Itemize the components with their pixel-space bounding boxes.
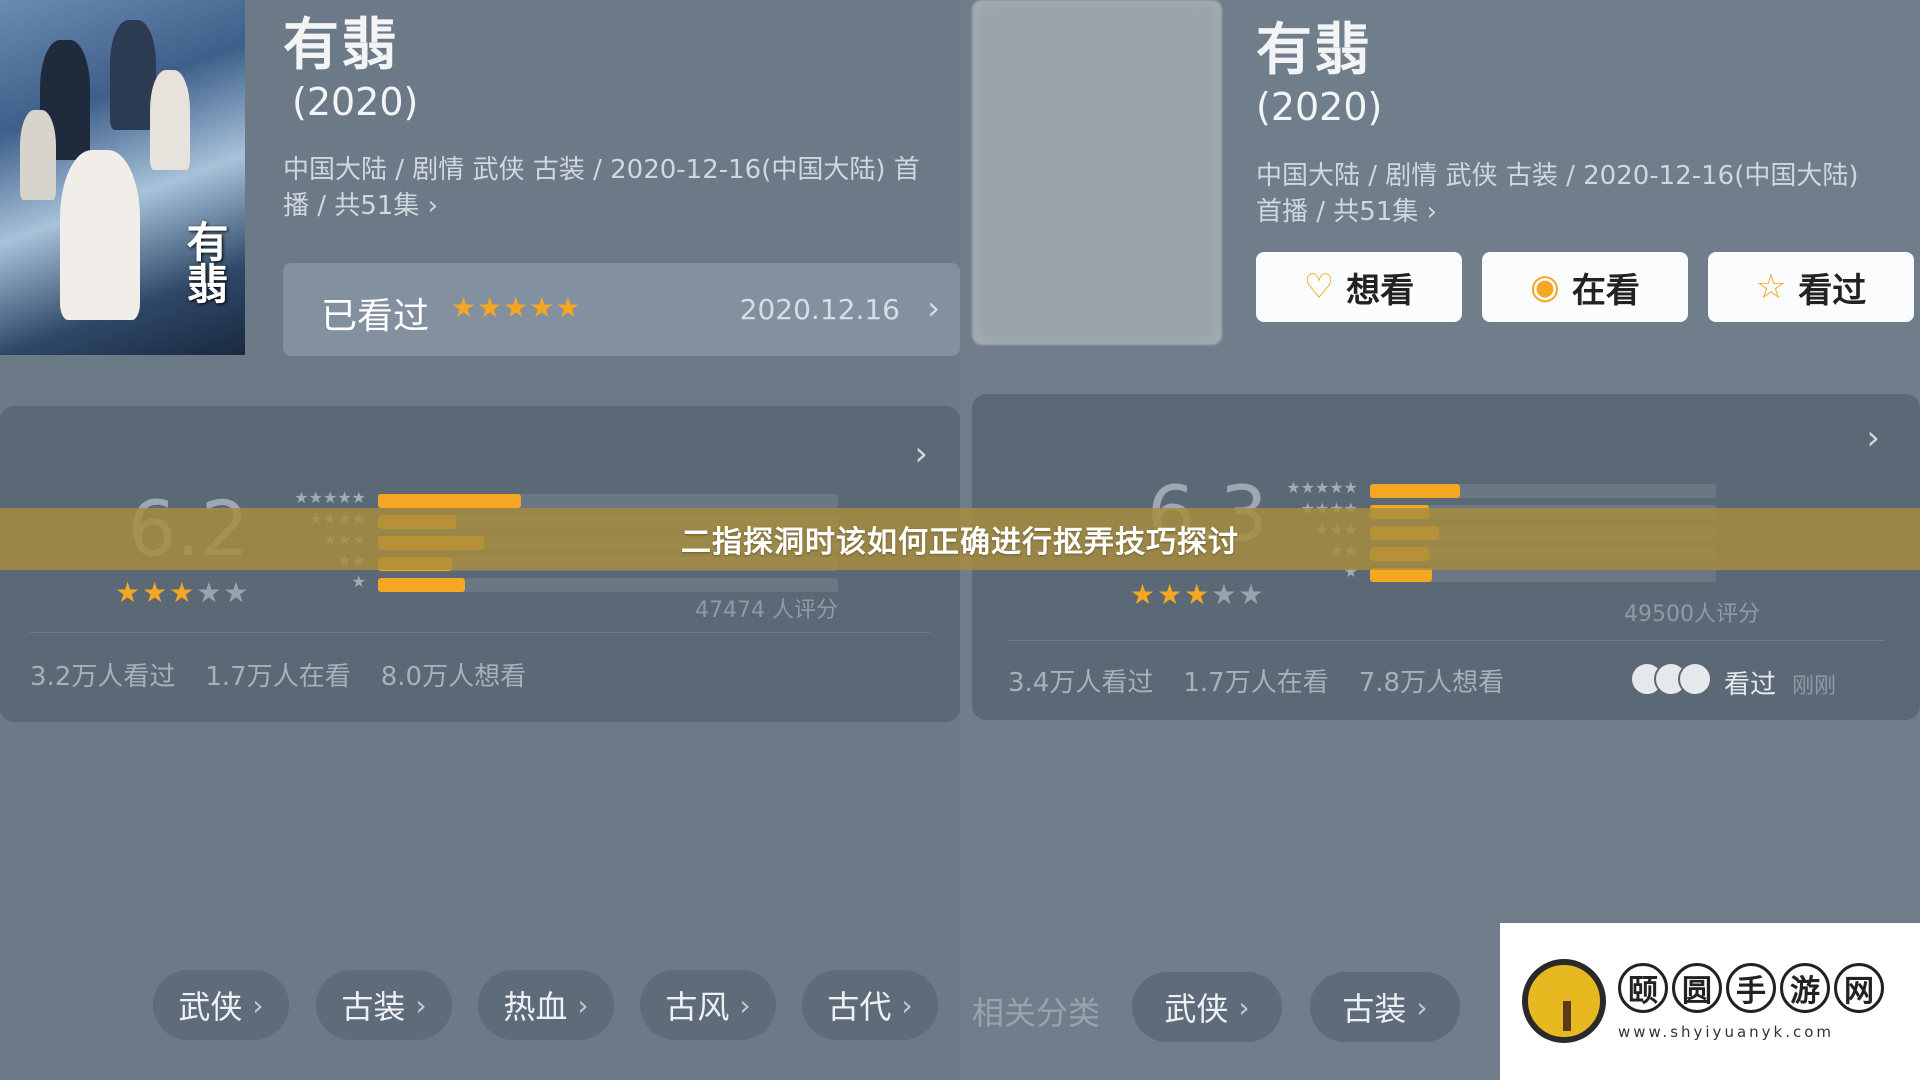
filled-stars: ★★★ bbox=[1130, 578, 1212, 611]
my-rating-stars: ★★★★★ bbox=[451, 291, 582, 324]
blurred-poster-image[interactable] bbox=[972, 0, 1222, 345]
distribution-star-label: ★ bbox=[351, 572, 366, 591]
tag-chip[interactable]: 武侠 › bbox=[153, 970, 289, 1040]
title-banner: 二指探洞时该如何正确进行抠弄技巧探讨 bbox=[0, 508, 1920, 570]
tag-chip[interactable]: 武侠 › bbox=[1132, 972, 1282, 1042]
meta-info[interactable]: 中国大陆 / 剧情 武侠 古装 / 2020-12-16(中国大陆) 首播 / … bbox=[1256, 158, 1859, 230]
distribution-row: ★ bbox=[352, 572, 838, 592]
site-watermark: 颐 圆 手 游 网 www.shyiyuanyk.com bbox=[1500, 923, 1920, 1080]
watched-status-bar[interactable]: 已看过 ★★★★★ 2020.12.16 › bbox=[283, 263, 960, 356]
tag-label: 古代 bbox=[827, 988, 892, 1026]
rating-stars: ★★★★★ bbox=[115, 576, 251, 609]
meta-line: 中国大陆 / 剧情 武侠 古装 / 2020-12-16(中国大陆) 首 bbox=[283, 155, 920, 185]
page-title: 有翡 bbox=[283, 13, 399, 78]
tag-chip[interactable]: 古装 › bbox=[316, 970, 452, 1040]
watched-label: 已看过 bbox=[321, 296, 430, 337]
chevron-right-icon: › bbox=[1866, 418, 1880, 458]
tag-label: 武侠 bbox=[1164, 990, 1229, 1028]
meta-info[interactable]: 中国大陆 / 剧情 武侠 古装 / 2020-12-16(中国大陆) 首 播 /… bbox=[283, 152, 920, 224]
meta-line: 播 / 共51集 › bbox=[283, 191, 439, 221]
distribution-fill bbox=[378, 578, 465, 592]
banner-title: 二指探洞时该如何正确进行抠弄技巧探讨 bbox=[681, 525, 1239, 560]
button-label: 在看 bbox=[1571, 270, 1640, 311]
site-name-char: 网 bbox=[1834, 963, 1884, 1013]
empty-stars: ★★ bbox=[1211, 578, 1266, 611]
watch-stats: 3.4万人看过 1.7万人在看 7.8万人想看 bbox=[1008, 662, 1504, 699]
distribution-row: ★★★★★ bbox=[1286, 478, 1716, 498]
chevron-right-icon: › bbox=[1238, 990, 1250, 1024]
tag-label: 古装 bbox=[341, 988, 406, 1026]
meta-line: 中国大陆 / 剧情 武侠 古装 / 2020-12-16(中国大陆) bbox=[1256, 161, 1859, 191]
related-categories-label: 相关分类 bbox=[972, 994, 1101, 1032]
chevron-right-icon: › bbox=[901, 988, 913, 1022]
star-outline-icon: ☆ bbox=[1755, 267, 1787, 307]
chevron-right-icon: › bbox=[739, 988, 751, 1022]
tag-label: 古装 bbox=[1342, 990, 1407, 1028]
chevron-right-icon: › bbox=[927, 289, 940, 327]
stat-want: 8.0万人想看 bbox=[380, 662, 527, 692]
site-name: 颐 圆 手 游 网 bbox=[1618, 963, 1884, 1013]
rating-stars: ★★★★★ bbox=[1130, 578, 1266, 611]
poster-figure bbox=[150, 70, 190, 170]
tag-chip[interactable]: 古风 › bbox=[640, 970, 776, 1040]
chevron-right-icon: › bbox=[577, 988, 589, 1022]
target-icon: ◉ bbox=[1530, 267, 1560, 307]
poster-title: 有翡 bbox=[180, 220, 229, 304]
poster-figure bbox=[20, 110, 56, 200]
divider bbox=[30, 632, 930, 633]
button-label: 想看 bbox=[1346, 270, 1415, 311]
heart-plus-icon: ♡ bbox=[1303, 267, 1335, 307]
friend-seen-label: 看过 bbox=[1724, 670, 1777, 700]
avatar bbox=[1678, 662, 1712, 696]
stat-watched: 3.4万人看过 bbox=[1008, 668, 1154, 698]
chevron-right-icon: › bbox=[415, 988, 427, 1022]
tag-label: 热血 bbox=[503, 988, 568, 1026]
chevron-right-icon: › bbox=[252, 988, 264, 1022]
stat-watched: 3.2万人看过 bbox=[30, 662, 176, 692]
rating-count: 49500人评分 bbox=[1624, 602, 1760, 627]
site-url: www.shyiyuanyk.com bbox=[1618, 1023, 1835, 1041]
site-name-char: 游 bbox=[1780, 963, 1830, 1013]
stat-want: 7.8万人想看 bbox=[1358, 668, 1505, 698]
distribution-row: ★ bbox=[1344, 562, 1716, 582]
tag-chip[interactable]: 古代 › bbox=[802, 970, 938, 1040]
watch-stats: 3.2万人看过 1.7万人在看 8.0万人想看 bbox=[30, 656, 526, 693]
stat-watching: 1.7万人在看 bbox=[205, 662, 351, 692]
site-name-char: 圆 bbox=[1672, 963, 1722, 1013]
distribution-star-label: ★★★★★ bbox=[294, 488, 366, 507]
watching-button[interactable]: ◉ 在看 bbox=[1482, 252, 1688, 322]
distribution-fill bbox=[1370, 484, 1460, 498]
rating-count: 47474 人评分 bbox=[695, 598, 838, 623]
chevron-right-icon: › bbox=[1416, 990, 1428, 1024]
tree-logo-icon bbox=[1522, 959, 1606, 1043]
empty-stars: ★★ bbox=[196, 576, 251, 609]
friend-avatars[interactable] bbox=[1630, 662, 1712, 696]
meta-line: 首播 / 共51集 › bbox=[1256, 197, 1438, 227]
release-year: (2020) bbox=[1256, 85, 1383, 129]
site-name-char: 手 bbox=[1726, 963, 1776, 1013]
tag-label: 古风 bbox=[665, 988, 730, 1026]
want-to-watch-button[interactable]: ♡ 想看 bbox=[1256, 252, 1462, 322]
friend-seen-time: 刚刚 bbox=[1792, 674, 1837, 699]
distribution-fill bbox=[378, 494, 521, 508]
button-label: 看过 bbox=[1798, 270, 1867, 311]
chevron-right-icon: › bbox=[914, 434, 928, 474]
tag-chip[interactable]: 热血 › bbox=[478, 970, 614, 1040]
poster-figure bbox=[60, 150, 140, 320]
divider bbox=[1008, 640, 1884, 641]
page-title: 有翡 bbox=[1256, 18, 1372, 83]
stat-watching: 1.7万人在看 bbox=[1183, 668, 1329, 698]
distribution-star-label: ★★★★★ bbox=[1286, 478, 1358, 497]
distribution-row: ★★★★★ bbox=[294, 488, 838, 508]
release-year: (2020) bbox=[292, 80, 419, 124]
watched-date: 2020.12.16 bbox=[739, 293, 900, 326]
watched-button[interactable]: ☆ 看过 bbox=[1708, 252, 1914, 322]
filled-stars: ★★★ bbox=[115, 576, 197, 609]
poster-image[interactable]: 有翡 bbox=[0, 0, 245, 355]
tag-label: 武侠 bbox=[178, 988, 243, 1026]
tag-chip[interactable]: 古装 › bbox=[1310, 972, 1460, 1042]
site-name-char: 颐 bbox=[1618, 963, 1668, 1013]
distribution-fill bbox=[1370, 568, 1432, 582]
